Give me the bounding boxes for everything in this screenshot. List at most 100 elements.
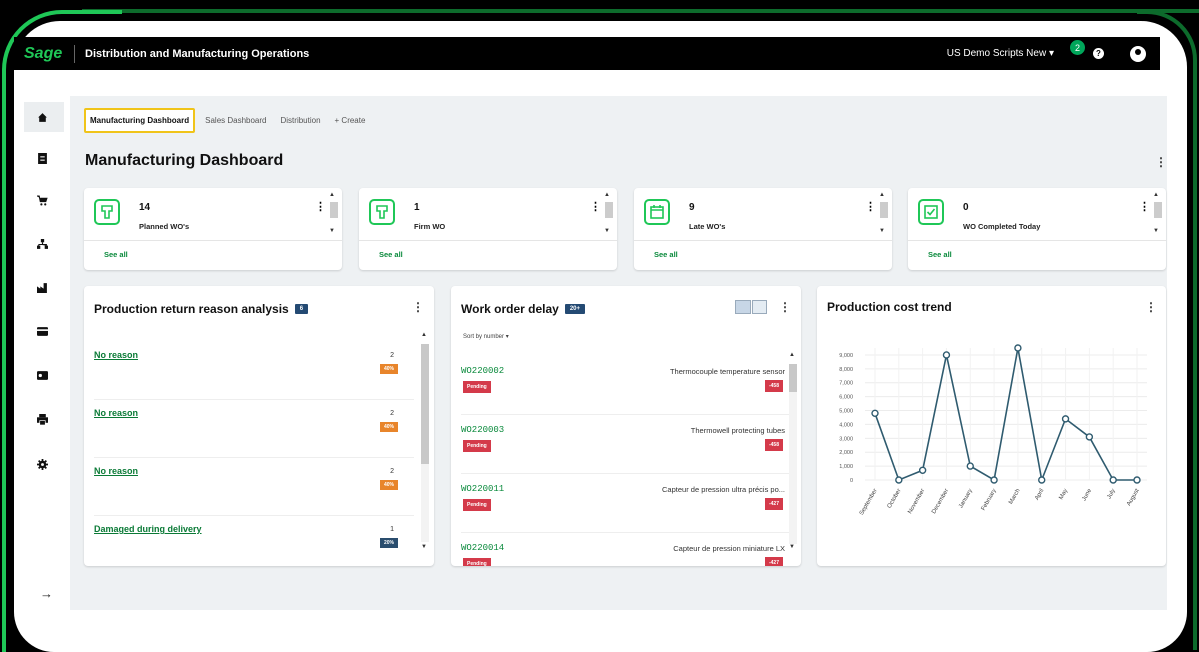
- cart-icon[interactable]: [32, 190, 52, 210]
- card-scrollbar[interactable]: ▲ ▼: [1153, 192, 1163, 234]
- list-item: No reason 2 40%: [94, 342, 414, 400]
- reason-percent-badge: 40%: [379, 480, 398, 490]
- scroll-up-icon[interactable]: ▲: [1153, 192, 1159, 198]
- reason-count: 2: [390, 352, 394, 359]
- scroll-up-icon[interactable]: ▲: [789, 352, 795, 358]
- wrench-icon: [94, 199, 120, 225]
- stat-card-planned: 14 Planned WO's ⋮ ▲ ▼ See all: [84, 188, 342, 270]
- stat-value: 9: [689, 202, 695, 213]
- status-badge: Pending: [463, 558, 491, 566]
- data-point: [895, 476, 903, 484]
- table-row[interactable]: WO220011 Pending Capteur de pression ult…: [461, 474, 791, 533]
- reason-count: 2: [390, 410, 394, 417]
- card-scrollbar[interactable]: ▲ ▼: [604, 192, 614, 234]
- scroll-down-icon[interactable]: ▼: [604, 228, 610, 234]
- y-tick-label: 4,000: [839, 422, 853, 428]
- x-tick-label: December: [931, 488, 950, 515]
- help-icon[interactable]: ?: [1093, 48, 1104, 59]
- work-order-id[interactable]: WO220011: [461, 484, 504, 494]
- grid-view-icon[interactable]: [735, 300, 751, 314]
- reason-link[interactable]: No reason: [94, 466, 138, 476]
- work-order-id[interactable]: WO220014: [461, 543, 504, 553]
- id-card-icon[interactable]: [32, 365, 52, 385]
- card-menu-kebab-icon[interactable]: ⋮: [590, 200, 601, 213]
- count-badge: 6: [294, 304, 309, 314]
- user-avatar-icon[interactable]: [1130, 45, 1146, 62]
- reason-link[interactable]: No reason: [94, 350, 138, 360]
- status-badge: Pending: [463, 440, 491, 452]
- see-all-link[interactable]: See all: [104, 250, 128, 259]
- scroll-up-icon[interactable]: ▲: [604, 192, 610, 198]
- list-view-icon[interactable]: [751, 300, 767, 314]
- x-tick-label: May: [1058, 488, 1069, 501]
- table-row[interactable]: WO220002 Pending Thermocouple temperatur…: [461, 356, 791, 415]
- panel-scrollbar[interactable]: ▲ ▼: [420, 332, 430, 554]
- reason-percent-badge: 40%: [379, 422, 398, 432]
- scroll-down-icon[interactable]: ▼: [789, 544, 795, 550]
- tab-manufacturing-dashboard[interactable]: Manufacturing Dashboard: [84, 108, 196, 133]
- sort-dropdown[interactable]: Sort by number ▾: [463, 333, 509, 340]
- scroll-thumb[interactable]: [880, 202, 888, 218]
- list-item: No reason 2 40%: [94, 458, 414, 516]
- see-all-link[interactable]: See all: [379, 250, 403, 259]
- notification-badge[interactable]: 2: [1070, 40, 1085, 55]
- card-scrollbar[interactable]: ▲ ▼: [879, 192, 889, 234]
- see-all-link[interactable]: See all: [928, 250, 952, 259]
- table-row[interactable]: WO220014 Pending Capteur de pression min…: [461, 533, 791, 566]
- reason-link[interactable]: Damaged during delivery: [94, 524, 202, 534]
- scroll-thumb[interactable]: [1154, 202, 1162, 218]
- company-name: US Demo Scripts New: [946, 48, 1047, 59]
- reason-link[interactable]: No reason: [94, 408, 138, 418]
- see-all-link[interactable]: See all: [654, 250, 678, 259]
- table-row[interactable]: WO220003 Pending Thermowell protecting t…: [461, 415, 791, 474]
- scroll-up-icon[interactable]: ▲: [421, 332, 427, 338]
- top-bar: Sage Distribution and Manufacturing Oper…: [14, 37, 1160, 70]
- scroll-down-icon[interactable]: ▼: [879, 228, 885, 234]
- collapse-sidebar-icon[interactable]: →: [40, 586, 53, 601]
- company-selector[interactable]: US Demo Scripts New ▾: [947, 48, 1054, 59]
- x-tick-label: September: [859, 488, 879, 516]
- card-divider: [84, 240, 342, 241]
- data-point: [1014, 344, 1022, 352]
- count-badge: 20+: [564, 304, 585, 314]
- work-order-description: Thermowell protecting tubes: [690, 426, 785, 435]
- stat-value: 1: [414, 202, 420, 213]
- stat-label: WO Completed Today: [963, 222, 1041, 231]
- scroll-down-icon[interactable]: ▼: [421, 544, 427, 550]
- scroll-up-icon[interactable]: ▲: [879, 192, 885, 198]
- sort-label: Sort by number: [463, 334, 505, 340]
- production-cost-trend-panel: Production cost trend ⋮ 0 1,000 2,000 3,000…: [817, 286, 1166, 566]
- hierarchy-icon[interactable]: [32, 234, 52, 254]
- tab-sales-dashboard[interactable]: Sales Dashboard: [201, 110, 270, 131]
- view-toggle[interactable]: [735, 300, 767, 314]
- scroll-thumb[interactable]: [789, 364, 797, 392]
- scroll-thumb[interactable]: [421, 344, 429, 464]
- gear-icon[interactable]: [32, 454, 52, 474]
- page-menu-kebab-icon[interactable]: ⋮: [1155, 155, 1167, 169]
- card-menu-kebab-icon[interactable]: ⋮: [865, 200, 876, 213]
- scroll-thumb[interactable]: [330, 202, 338, 218]
- sage-logo[interactable]: Sage: [24, 45, 72, 63]
- work-order-id[interactable]: WO220003: [461, 425, 504, 435]
- factory-icon[interactable]: [32, 277, 52, 297]
- card-menu-kebab-icon[interactable]: ⋮: [315, 200, 326, 213]
- card-icon[interactable]: [32, 321, 52, 341]
- scroll-down-icon[interactable]: ▼: [1153, 228, 1159, 234]
- x-tick-label: November: [907, 488, 926, 515]
- scroll-up-icon[interactable]: ▲: [329, 192, 335, 198]
- printer-icon[interactable]: [32, 409, 52, 429]
- panel-scrollbar[interactable]: ▲ ▼: [788, 352, 798, 556]
- data-point: [871, 409, 879, 418]
- topbar-right: US Demo Scripts New ▾ 2 ?: [947, 40, 1146, 62]
- card-scrollbar[interactable]: ▲ ▼: [329, 192, 339, 234]
- scroll-down-icon[interactable]: ▼: [329, 228, 335, 234]
- tab-distribution[interactable]: Distribution: [277, 110, 325, 131]
- tab-create[interactable]: + Create: [331, 110, 370, 131]
- document-icon[interactable]: [32, 148, 52, 168]
- home-icon[interactable]: [32, 107, 52, 127]
- work-order-id[interactable]: WO220002: [461, 366, 504, 376]
- panel-menu-kebab-icon[interactable]: ⋮: [779, 300, 791, 314]
- panel-menu-kebab-icon[interactable]: ⋮: [412, 300, 424, 314]
- scroll-thumb[interactable]: [605, 202, 613, 218]
- card-menu-kebab-icon[interactable]: ⋮: [1139, 200, 1150, 213]
